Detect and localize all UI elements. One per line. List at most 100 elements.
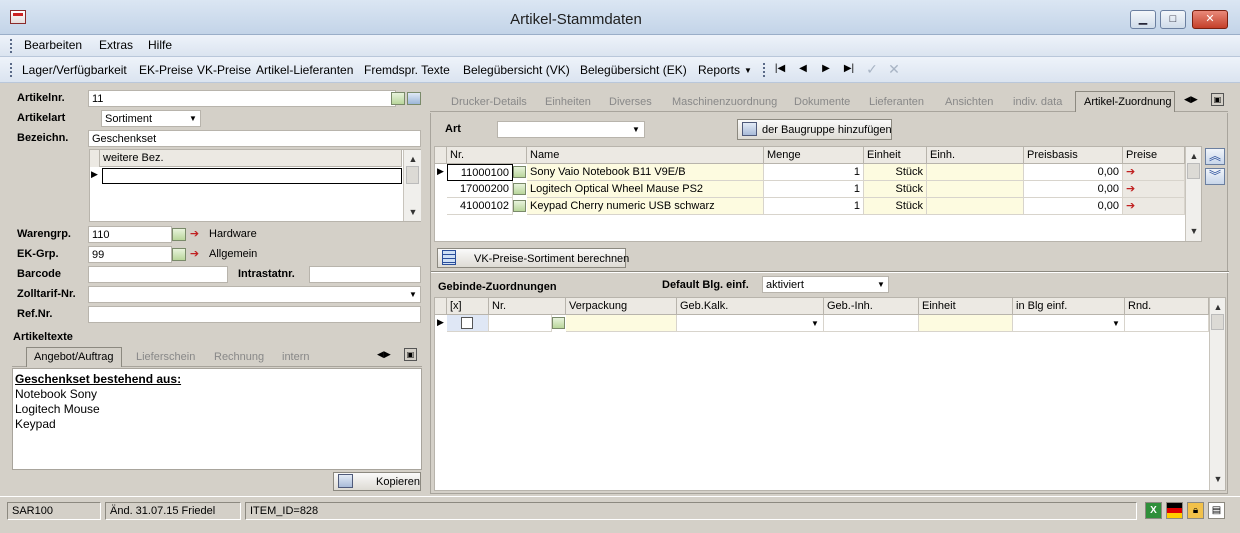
tab-rechnung[interactable]: Rechnung xyxy=(214,351,264,363)
toolbar-lager[interactable]: Lager/Verfügbarkeit xyxy=(22,63,127,77)
text-editor[interactable]: Geschenkset bestehend aus: Notebook Sony… xyxy=(12,368,422,470)
maximize-button[interactable]: □ xyxy=(1160,10,1186,29)
barcode-label: Barcode xyxy=(17,268,62,280)
article-lookup-icon[interactable] xyxy=(513,183,526,195)
text-line: Logitech Mouse xyxy=(15,402,100,416)
nav-first-icon[interactable]: |◀ xyxy=(772,62,788,76)
tab-drucker-details[interactable]: Drucker-Details xyxy=(451,96,527,108)
art-select[interactable] xyxy=(497,121,645,138)
reports-dropdown-icon[interactable]: ▼ xyxy=(744,66,752,75)
col-name: Name xyxy=(527,147,764,164)
default-blg-dropdown-icon[interactable]: ▼ xyxy=(874,277,888,292)
cancel-icon[interactable]: ✕ xyxy=(886,62,902,76)
tab-lieferschein[interactable]: Lieferschein xyxy=(136,351,195,363)
lock-icon[interactable]: 🔒︎ xyxy=(1187,502,1204,519)
in-blg-dropdown-icon[interactable]: ▼ xyxy=(1109,316,1123,331)
toolbar-beleg-ek[interactable]: Belegübersicht (EK) xyxy=(580,63,687,77)
price-link-icon[interactable]: ➔ xyxy=(1123,164,1185,181)
toolbar-fremdspr-texte[interactable]: Fremdspr. Texte xyxy=(364,63,450,77)
table-row[interactable]: ▶ ▼ ▼ xyxy=(435,315,1209,332)
row-indicator-icon: ▶ xyxy=(91,169,98,179)
weitere-bez-scrollbar[interactable]: ▲ ▼ xyxy=(403,150,421,221)
bezeichn-input[interactable]: Geschenkset xyxy=(88,130,421,147)
nav-prev-icon[interactable]: ◀ xyxy=(795,62,811,76)
menu-bearbeiten[interactable]: Bearbeiten xyxy=(24,38,82,52)
menu-hilfe[interactable]: Hilfe xyxy=(148,38,172,52)
zolltarif-select[interactable] xyxy=(88,286,421,303)
status-module: SAR100 xyxy=(7,502,101,520)
close-button[interactable]: ✕ xyxy=(1192,10,1228,29)
copy-button[interactable]: Kopieren xyxy=(333,472,421,491)
tab-lieferanten[interactable]: Lieferanten xyxy=(869,96,924,108)
text-line: Keypad xyxy=(15,417,56,431)
minimize-button[interactable]: ▁ xyxy=(1130,10,1156,29)
weitere-bez-input[interactable] xyxy=(102,168,402,184)
ekgrp-link-icon[interactable]: ➔ xyxy=(187,248,202,261)
window-title: Artikel-Stammdaten xyxy=(510,11,642,28)
menu-extras[interactable]: Extras xyxy=(99,38,133,52)
warengrp-input[interactable]: 110 xyxy=(88,226,172,243)
refnr-input[interactable] xyxy=(88,306,421,323)
tab-dokumente[interactable]: Dokumente xyxy=(794,96,850,108)
default-blg-select[interactable]: aktiviert xyxy=(762,276,889,293)
gebinde-checkbox[interactable] xyxy=(461,317,473,329)
tab-intern[interactable]: intern xyxy=(282,351,310,363)
confirm-icon[interactable]: ✓ xyxy=(864,62,880,76)
price-link-icon[interactable]: ➔ xyxy=(1123,181,1185,198)
move-down-icon[interactable]: ︾ xyxy=(1205,168,1225,185)
intrastat-input[interactable] xyxy=(309,266,421,283)
table-row[interactable]: 41000102 Keypad Cherry numeric USB schwa… xyxy=(435,198,1185,215)
col-gebkalk: Geb.Kalk. xyxy=(677,298,824,315)
toolbar-beleg-vk[interactable]: Belegübersicht (VK) xyxy=(463,63,570,77)
toolbar: Lager/Verfügbarkeit EK-Preise VK-Preise … xyxy=(0,57,1240,83)
tab-diverses[interactable]: Diverses xyxy=(609,96,652,108)
barcode-input[interactable] xyxy=(88,266,228,283)
art-dropdown-icon[interactable]: ▼ xyxy=(629,122,643,137)
ekgrp-input[interactable]: 99 xyxy=(88,246,172,263)
gebinde-lookup-icon[interactable] xyxy=(552,317,565,329)
ekgrp-lookup-icon[interactable] xyxy=(172,248,186,261)
artikelart-dropdown-icon[interactable]: ▼ xyxy=(186,111,200,126)
lookup-icon[interactable] xyxy=(391,92,405,105)
toolbar-reports[interactable]: Reports xyxy=(698,63,740,77)
col-geb-inh: Geb.-Inh. xyxy=(824,298,919,315)
vk-preise-button[interactable]: VK-Preise-Sortiment berechnen xyxy=(437,248,629,268)
article-lookup-icon[interactable] xyxy=(513,166,526,178)
tab-menu-icon[interactable]: ▣ xyxy=(404,348,417,361)
tab-scroll-left-icon[interactable]: ◀▶ xyxy=(377,349,391,360)
nav-last-icon[interactable]: ▶| xyxy=(841,62,857,76)
right-tab-menu-icon[interactable]: ▣ xyxy=(1211,93,1224,106)
tab-ansichten[interactable]: Ansichten xyxy=(945,96,993,108)
tab-artikel-zuordnung[interactable]: Artikel-Zuordnung xyxy=(1084,96,1171,108)
nav-grip xyxy=(763,63,766,77)
gebkalk-dropdown-icon[interactable]: ▼ xyxy=(808,316,822,331)
toolbar-artikel-lieferanten[interactable]: Artikel-Lieferanten xyxy=(256,63,353,77)
zuordnung-scrollbar[interactable]: ▲ ▼ xyxy=(1185,147,1201,241)
excel-icon[interactable]: X xyxy=(1145,502,1162,519)
tab-indiv-data[interactable]: indiv. data xyxy=(1013,96,1062,108)
gebinde-scrollbar[interactable]: ▲ ▼ xyxy=(1209,298,1225,490)
article-lookup-icon[interactable] xyxy=(513,200,526,212)
warengrp-lookup-icon[interactable] xyxy=(172,228,186,241)
table-row[interactable]: ▶ 11000100 Sony Vaio Notebook B11 V9E/B … xyxy=(435,164,1185,181)
move-up-icon[interactable]: ︽ xyxy=(1205,148,1225,165)
gebkalk-select[interactable] xyxy=(677,315,824,332)
tab-einheiten[interactable]: Einheiten xyxy=(545,96,591,108)
nav-next-icon[interactable]: ▶ xyxy=(818,62,834,76)
print-icon[interactable]: ▤ xyxy=(1208,502,1225,519)
barcode-icon[interactable] xyxy=(407,92,421,105)
tab-angebot[interactable]: Angebot/Auftrag xyxy=(34,351,114,363)
right-tab-scroll-icon[interactable]: ◀▶ xyxy=(1184,94,1198,105)
assembly-icon xyxy=(742,122,757,136)
price-link-icon[interactable]: ➔ xyxy=(1123,198,1185,215)
zolltarif-dropdown-icon[interactable]: ▼ xyxy=(406,287,420,302)
warengrp-link-icon[interactable]: ➔ xyxy=(187,228,202,241)
artikelnr-input[interactable]: 11 xyxy=(88,90,396,107)
table-row[interactable]: 17000200 Logitech Optical Wheel Mause PS… xyxy=(435,181,1185,198)
toolbar-vk-preise[interactable]: VK-Preise xyxy=(197,63,251,77)
add-to-assembly-button[interactable]: der Baugruppe hinzufügen xyxy=(737,119,892,140)
tab-maschinenzuordnung[interactable]: Maschinenzuordnung xyxy=(672,96,777,108)
text-line: Notebook Sony xyxy=(15,387,98,401)
toolbar-ek-preise[interactable]: EK-Preise xyxy=(139,63,193,77)
german-flag-icon[interactable] xyxy=(1166,502,1183,519)
